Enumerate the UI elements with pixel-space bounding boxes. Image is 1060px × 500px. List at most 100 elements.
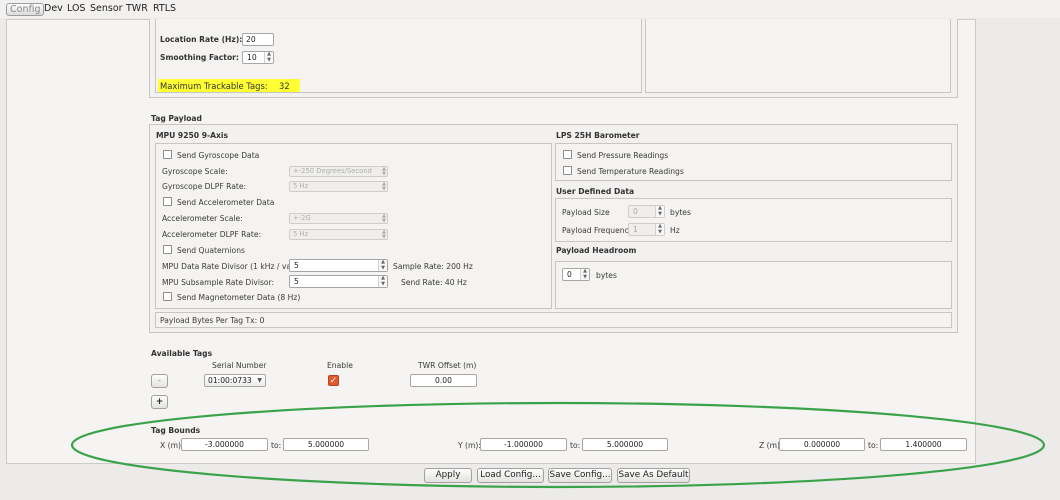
payload-size-spinbox[interactable]: 0 ▲ ▼: [628, 205, 665, 218]
send-gyro-label: Send Gyroscope Data: [177, 151, 260, 160]
tag-enable-checkbox[interactable]: ✓: [328, 375, 339, 386]
tag-payload-title: Tag Payload: [151, 114, 202, 123]
serial-select[interactable]: 01:00:0733 ▼: [204, 374, 266, 387]
send-quat-checkbox[interactable]: [163, 245, 172, 254]
data-rate-label: MPU Data Rate Divisor (1 kHz / val):: [162, 262, 299, 271]
smoothing-factor-spinbox[interactable]: 10 ▲ ▼: [242, 51, 274, 64]
payload-size-value: 0: [633, 207, 638, 216]
data-rate-spinbox[interactable]: 5 ▲ ▼: [289, 259, 388, 272]
headroom-box: [555, 261, 952, 309]
col-serial-header: Serial Number: [212, 361, 267, 370]
user-defined-box: [555, 198, 952, 242]
apply-button[interactable]: Apply: [424, 468, 472, 483]
payload-freq-spinbox[interactable]: 1 ▲ ▼: [628, 223, 665, 236]
spin-arrows-icon[interactable]: ▲ ▼: [378, 259, 387, 271]
menu-twr[interactable]: TWR: [126, 3, 148, 14]
baro-title: LPS 25H Barometer: [556, 131, 640, 140]
send-mag-checkbox[interactable]: [163, 292, 172, 301]
subsample-label: MPU Subsample Rate Divisor:: [162, 278, 275, 287]
smoothing-factor-value: 10: [247, 53, 257, 62]
bytes-per-tx-box: [155, 312, 952, 328]
send-gyro-checkbox[interactable]: [163, 150, 172, 159]
twr-offset-input[interactable]: 0.00: [410, 374, 477, 387]
x-min-input[interactable]: -3.000000: [181, 438, 268, 451]
payload-size-label: Payload Size: [562, 208, 610, 217]
spin-arrows-icon[interactable]: ▲ ▼: [264, 51, 273, 63]
accel-dlpf-value: 5 Hz: [293, 230, 309, 238]
select-arrows-icon: ▲ ▼: [382, 181, 386, 192]
payload-freq-value: 1: [633, 225, 638, 234]
gyro-scale-value: +-250 Degrees/Second: [293, 167, 372, 175]
data-rate-value: 5: [294, 261, 299, 270]
headroom-spinbox[interactable]: 0 ▲ ▼: [562, 268, 590, 281]
location-rate-input[interactable]: 20: [242, 33, 274, 46]
select-arrows-icon: ▲ ▼: [382, 213, 386, 224]
col-offset-header: TWR Offset (m): [418, 361, 477, 370]
tag-bounds-title: Tag Bounds: [151, 426, 201, 435]
gyro-dlpf-label: Gyroscope DLPF Rate:: [162, 182, 247, 191]
payload-freq-label: Payload Frequency: [562, 226, 634, 235]
headroom-title: Payload Headroom: [556, 246, 637, 255]
add-tag-button[interactable]: +: [151, 395, 168, 409]
save-default-button[interactable]: Save As Default: [617, 468, 690, 483]
y-max-input[interactable]: 5.000000: [582, 438, 668, 451]
menu-los[interactable]: LOS: [67, 3, 85, 14]
send-rate-text: Send Rate: 40 Hz: [401, 278, 467, 287]
user-defined-title: User Defined Data: [556, 187, 635, 196]
z-to-label: to:: [868, 441, 879, 450]
accel-scale-value: +-2G: [293, 214, 311, 222]
gyro-dlpf-select[interactable]: 5 Hz ▲ ▼: [289, 181, 388, 192]
right-margin: [976, 19, 1060, 464]
subsample-value: 5: [294, 277, 299, 286]
z-max-input[interactable]: 1.400000: [880, 438, 967, 451]
location-aux-box: [645, 19, 951, 93]
gyro-dlpf-value: 5 Hz: [293, 182, 309, 190]
available-tags-title: Available Tags: [151, 349, 213, 358]
send-mag-label: Send Magnetometer Data (8 Hz): [177, 293, 301, 302]
send-accel-label: Send Accelerometer Data: [177, 198, 275, 207]
send-accel-checkbox[interactable]: [163, 197, 172, 206]
max-tags-label: Maximum Trackable Tags:: [160, 81, 268, 91]
send-temp-label: Send Temperature Readings: [577, 167, 684, 176]
load-config-button[interactable]: Load Config...: [477, 468, 544, 483]
x-label: X (m):: [160, 441, 184, 450]
send-temp-checkbox[interactable]: [563, 166, 572, 175]
headroom-value: 0: [567, 270, 572, 279]
gyro-scale-select[interactable]: +-250 Degrees/Second ▲ ▼: [289, 166, 388, 177]
sample-rate-text: Sample Rate: 200 Hz: [393, 262, 473, 271]
spin-arrows-icon[interactable]: ▲ ▼: [655, 223, 664, 235]
chevron-down-icon: ▼: [257, 377, 262, 384]
headroom-unit: bytes: [596, 271, 617, 280]
menu-sensor[interactable]: Sensor: [90, 3, 123, 14]
payload-freq-unit: Hz: [670, 226, 680, 235]
gyro-scale-label: Gyroscope Scale:: [162, 167, 228, 176]
spin-arrows-icon[interactable]: ▲ ▼: [580, 268, 589, 280]
payload-size-unit: bytes: [670, 208, 691, 217]
spin-arrows-icon[interactable]: ▲ ▼: [378, 275, 387, 287]
send-pressure-label: Send Pressure Readings: [577, 151, 669, 160]
col-enable-header: Enable: [327, 361, 353, 370]
menu-rtls[interactable]: RTLS: [153, 3, 176, 14]
subsample-spinbox[interactable]: 5 ▲ ▼: [289, 275, 388, 288]
send-pressure-checkbox[interactable]: [563, 150, 572, 159]
remove-tag-button[interactable]: -: [151, 374, 168, 388]
y-min-input[interactable]: -1.000000: [480, 438, 567, 451]
menu-bar: Config Dev LOS Sensor TWR RTLS: [0, 0, 1060, 18]
max-tags-value: 32: [279, 81, 290, 91]
x-max-input[interactable]: 5.000000: [283, 438, 369, 451]
mpu-title: MPU 9250 9-Axis: [156, 131, 229, 140]
smoothing-factor-label: Smoothing Factor:: [160, 53, 239, 62]
serial-value: 01:00:0733: [208, 376, 252, 385]
menu-dev[interactable]: Dev: [44, 3, 63, 14]
bytes-per-tx-text: Payload Bytes Per Tag Tx: 0: [160, 316, 265, 325]
accel-scale-select[interactable]: +-2G ▲ ▼: [289, 213, 388, 224]
accel-dlpf-select[interactable]: 5 Hz ▲ ▼: [289, 229, 388, 240]
z-min-input[interactable]: 0.000000: [779, 438, 865, 451]
save-config-button[interactable]: Save Config...: [548, 468, 612, 483]
menu-config[interactable]: Config: [6, 3, 45, 16]
spin-arrows-icon[interactable]: ▲ ▼: [655, 205, 664, 217]
select-arrows-icon: ▲ ▼: [382, 166, 386, 177]
x-to-label: to:: [271, 441, 282, 450]
select-arrows-icon: ▲ ▼: [382, 229, 386, 240]
y-label: Y (m):: [458, 441, 481, 450]
